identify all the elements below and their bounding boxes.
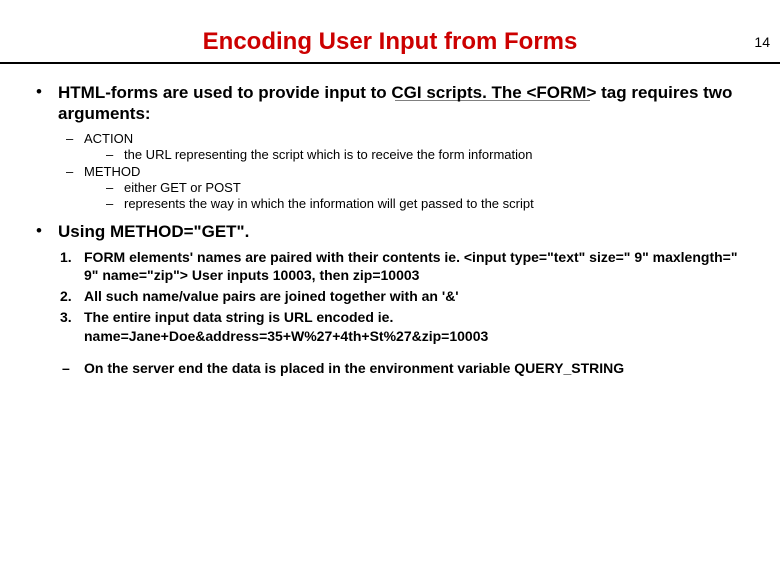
sub-action-desc: the URL representing the script which is… (84, 147, 750, 162)
num-item-1-text: FORM elements' names are paired with the… (84, 249, 737, 283)
page-number: 14 (754, 34, 770, 50)
bullet-method-get: Using METHOD="GET". 1.FORM elements' nam… (30, 221, 750, 377)
bullet-method-get-text: Using METHOD="GET". (58, 221, 750, 242)
bullet-form-args-text: HTML-forms are used to provide input to … (58, 82, 750, 125)
sub-method-label: METHOD (84, 164, 140, 179)
num-item-3: 3.The entire input data string is URL en… (58, 308, 750, 344)
sub-action-label: ACTION (84, 131, 133, 146)
sub-action: ACTION the URL representing the script w… (58, 131, 750, 162)
num-item-1: 1.FORM elements' names are paired with t… (58, 248, 750, 284)
num-item-3-text: The entire input data string is URL enco… (84, 309, 488, 343)
sub-method-desc-2: represents the way in which the informat… (84, 196, 750, 211)
slide-title: Encoding User Input from Forms (0, 28, 780, 56)
sub-method-desc-1: either GET or POST (84, 180, 750, 195)
sub-method: METHOD either GET or POST represents the… (58, 164, 750, 211)
num-item-2: 2.All such name/value pairs are joined t… (58, 287, 750, 305)
bullet-form-args: HTML-forms are used to provide input to … (30, 82, 750, 211)
num-item-2-text: All such name/value pairs are joined tog… (84, 288, 459, 304)
server-note: On the server end the data is placed in … (58, 359, 750, 377)
slide-content: HTML-forms are used to provide input to … (0, 64, 780, 377)
